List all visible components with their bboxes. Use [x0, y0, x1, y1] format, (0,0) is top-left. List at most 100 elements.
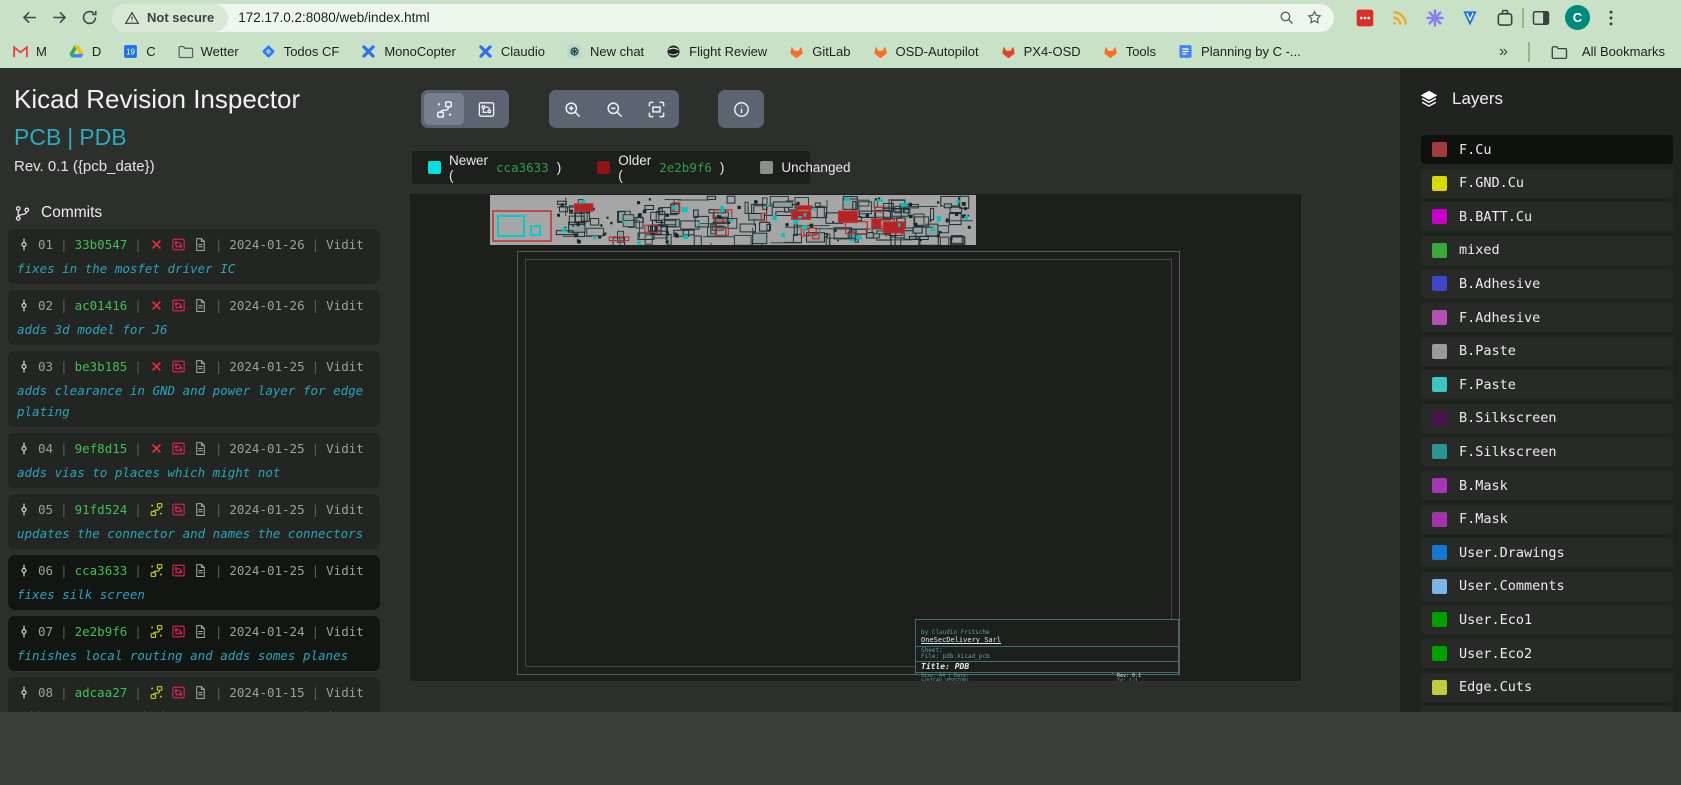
bookmark-item[interactable]: 19C [122, 43, 155, 60]
layer-item-f-mask[interactable]: F.Mask [1421, 505, 1673, 534]
commit-author: Vidit Kat [326, 563, 371, 578]
rss-extension-icon[interactable] [1389, 7, 1411, 29]
zoom-in-button[interactable] [552, 93, 592, 125]
not-secure-chip[interactable]: Not secure [112, 4, 228, 32]
zoom-out-button[interactable] [594, 93, 634, 125]
layer-item-f-adhesive[interactable]: F.Adhesive [1421, 303, 1673, 332]
layer-label: F.GND.Cu [1459, 175, 1524, 191]
layer-item-user-eco1[interactable]: User.Eco1 [1421, 605, 1673, 634]
zoom-page-icon[interactable] [1272, 4, 1300, 32]
compare-button[interactable] [424, 93, 464, 125]
commit-item-cca3633[interactable]: 06|cca3633||2024-01-25|Vidit Katfixes si… [8, 555, 380, 610]
commit-item-2e2b9f6[interactable]: 07|2e2b9f6||2024-01-24|Vidit Katfinishes… [8, 616, 380, 671]
pcb-canvas[interactable]: by Claudio Fritsche OneSecDelivery Sarl … [410, 194, 1301, 681]
layer-item-b-mask[interactable]: B.Mask [1421, 471, 1673, 500]
pcb-image-icon[interactable] [171, 502, 186, 517]
layer-color-swatch [1432, 444, 1447, 459]
report-file-icon[interactable] [193, 359, 208, 374]
worksheet-frame [517, 251, 1180, 675]
layer-item-b-paste[interactable]: B.Paste [1421, 337, 1673, 366]
pcb-image-icon[interactable] [171, 441, 186, 456]
bookmark-item[interactable]: Tools [1102, 43, 1156, 60]
commit-node-icon [17, 359, 31, 374]
layer-item-f-gnd-cu[interactable]: F.GND.Cu [1421, 169, 1673, 198]
url-text[interactable]: 172.17.0.2:8080/web/index.html [238, 10, 1272, 25]
report-file-icon[interactable] [193, 237, 208, 252]
commit-item-be3b185[interactable]: 03|be3b185||2024-01-25|Vidit Katadds cle… [8, 351, 380, 427]
pcb-image-icon[interactable] [171, 359, 186, 374]
bookmark-item[interactable]: PX4-OSD [1000, 43, 1081, 60]
bookmark-item[interactable]: New chat [566, 43, 644, 60]
layer-item-f-cu[interactable]: F.Cu [1421, 135, 1673, 164]
avatar[interactable]: C [1565, 5, 1590, 30]
bookmark-item[interactable]: M [12, 43, 47, 60]
legend-swatch [760, 161, 773, 174]
commit-meta-row: 06|cca3633||2024-01-25|Vidit Kat [17, 563, 371, 578]
commit-item-91fd524[interactable]: 05|91fd524||2024-01-25|Vidit Katupdates … [8, 494, 380, 549]
side-panel-icon[interactable] [1530, 7, 1552, 29]
bookmark-label: Wetter [201, 44, 239, 59]
password-extension-icon[interactable] [1354, 7, 1376, 29]
layer-item-margin[interactable]: Margin [1421, 706, 1673, 712]
bookmark-star-icon[interactable] [1300, 4, 1328, 32]
report-file-icon[interactable] [193, 563, 208, 578]
layer-item-b-batt-cu[interactable]: B.BATT.Cu [1421, 202, 1673, 231]
back-icon[interactable] [14, 3, 44, 33]
info-button[interactable] [721, 93, 761, 125]
layer-label: Edge.Cuts [1459, 679, 1532, 695]
bookmark-item[interactable]: Claudio [477, 43, 545, 60]
layer-item-edge-cuts[interactable]: Edge.Cuts [1421, 673, 1673, 702]
pcb-image-icon[interactable] [171, 237, 186, 252]
flower-extension-icon[interactable] [1424, 7, 1446, 29]
address-bar[interactable]: Not secure 172.17.0.2:8080/web/index.htm… [112, 4, 1334, 32]
layer-item-b-silkscreen[interactable]: B.Silkscreen [1421, 404, 1673, 433]
report-file-icon[interactable] [193, 298, 208, 313]
report-file-icon[interactable] [193, 441, 208, 456]
pcb-image-icon[interactable] [171, 685, 186, 700]
commit-item-33b0547[interactable]: 01|33b0547||2024-01-26|Vidit Katfixes in… [8, 229, 380, 284]
bookmark-item[interactable]: Flight Review [665, 43, 767, 60]
report-file-icon[interactable] [193, 685, 208, 700]
layer-item-user-eco2[interactable]: User.Eco2 [1421, 639, 1673, 668]
pcb-image-icon[interactable] [171, 298, 186, 313]
bookmark-item[interactable]: Planning by C -... [1177, 43, 1301, 60]
layer-item-b-adhesive[interactable]: B.Adhesive [1421, 269, 1673, 298]
bookmark-item[interactable]: Todos CF [260, 43, 340, 60]
separator: | [60, 502, 68, 517]
reload-icon[interactable] [74, 3, 104, 33]
commit-number: 06 [38, 563, 53, 578]
v-extension-icon[interactable] [1459, 7, 1481, 29]
bookmark-item[interactable]: D [68, 43, 101, 60]
fit-screen-button[interactable] [636, 93, 676, 125]
layer-item-mixed[interactable]: mixed [1421, 236, 1673, 265]
layer-item-f-silkscreen[interactable]: F.Silkscreen [1421, 437, 1673, 466]
bookmark-item[interactable]: GitLab [788, 43, 850, 60]
separator: | [60, 441, 68, 456]
commit-item-ac01416[interactable]: 02|ac01416||2024-01-26|Vidit Katadds 3d … [8, 290, 380, 345]
commit-node-icon [17, 298, 31, 313]
report-file-icon[interactable] [193, 624, 208, 639]
bookmarks-overflow-chevron[interactable]: » [1499, 43, 1508, 61]
bookmark-item[interactable]: Wetter [177, 43, 239, 60]
board-button[interactable] [466, 93, 506, 125]
layer-label: B.BATT.Cu [1459, 209, 1532, 225]
forward-icon[interactable] [44, 3, 74, 33]
bookmarks-bar: M D 19C Wetter Todos CF MonoCopter Claudio New … [0, 35, 1681, 68]
layer-item-f-paste[interactable]: F.Paste [1421, 370, 1673, 399]
extensions-icon[interactable] [1494, 7, 1516, 29]
removed-icon [149, 237, 164, 252]
commit-item-9ef8d15[interactable]: 04|9ef8d15||2024-01-25|Vidit Katadds via… [8, 433, 380, 488]
legend-item: Unchanged [760, 160, 850, 175]
bookmark-item[interactable]: OSD-Autopilot [872, 43, 979, 60]
folder-icon [1550, 43, 1568, 61]
all-bookmarks-label[interactable]: All Bookmarks [1582, 44, 1665, 59]
pcb-image-icon[interactable] [171, 624, 186, 639]
layer-item-user-drawings[interactable]: User.Drawings [1421, 538, 1673, 567]
report-file-icon[interactable] [193, 502, 208, 517]
legend-item: Older (2e2b9f6) [597, 153, 724, 183]
bookmark-item[interactable]: MonoCopter [360, 43, 456, 60]
commit-item-adcaa27[interactable]: 08|adcaa27||2024-01-15|Vidit Katadds spa… [8, 677, 380, 712]
menu-dots-icon[interactable] [1600, 7, 1622, 29]
pcb-image-icon[interactable] [171, 563, 186, 578]
layer-item-user-comments[interactable]: User.Comments [1421, 572, 1673, 601]
